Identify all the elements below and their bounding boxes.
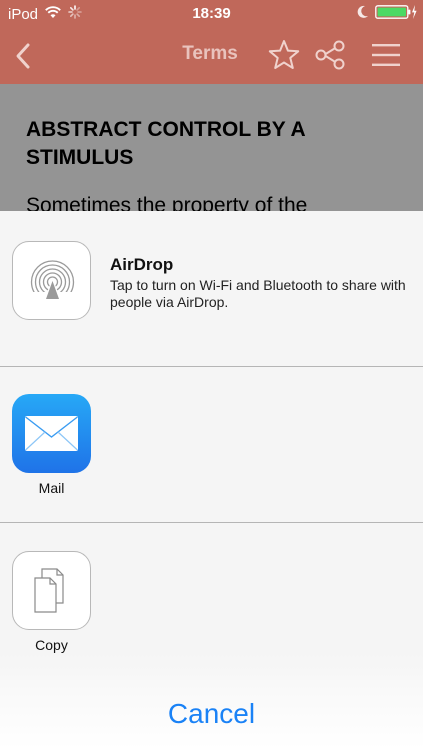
moon-icon <box>357 5 369 23</box>
copy-icon[interactable] <box>12 551 91 630</box>
nav-bar: Terms <box>0 28 423 84</box>
status-bar: iPod 18:39 <box>0 0 423 28</box>
actions-row: Copy <box>0 523 423 653</box>
nav-title: Terms <box>182 43 238 64</box>
airdrop-icon[interactable] <box>12 241 91 320</box>
cancel-button[interactable]: Cancel <box>0 679 423 749</box>
apps-row: Mail <box>0 367 423 522</box>
share-sheet: AirDrop Tap to turn on Wi-Fi and Bluetoo… <box>0 211 423 750</box>
airdrop-description: Tap to turn on Wi-Fi and Bluetooth to sh… <box>110 277 406 310</box>
airdrop-row[interactable]: AirDrop Tap to turn on Wi-Fi and Bluetoo… <box>0 211 423 366</box>
back-chevron-icon[interactable] <box>12 41 36 71</box>
copy-label: Copy <box>35 637 68 653</box>
mail-label: Mail <box>38 480 65 496</box>
airdrop-title: AirDrop <box>110 255 174 274</box>
battery-charging-icon <box>375 4 417 24</box>
star-icon[interactable] <box>267 38 301 72</box>
status-right <box>357 4 417 24</box>
share-icon[interactable] <box>314 39 346 71</box>
menu-icon[interactable] <box>370 42 402 68</box>
mail-icon[interactable] <box>12 394 91 473</box>
